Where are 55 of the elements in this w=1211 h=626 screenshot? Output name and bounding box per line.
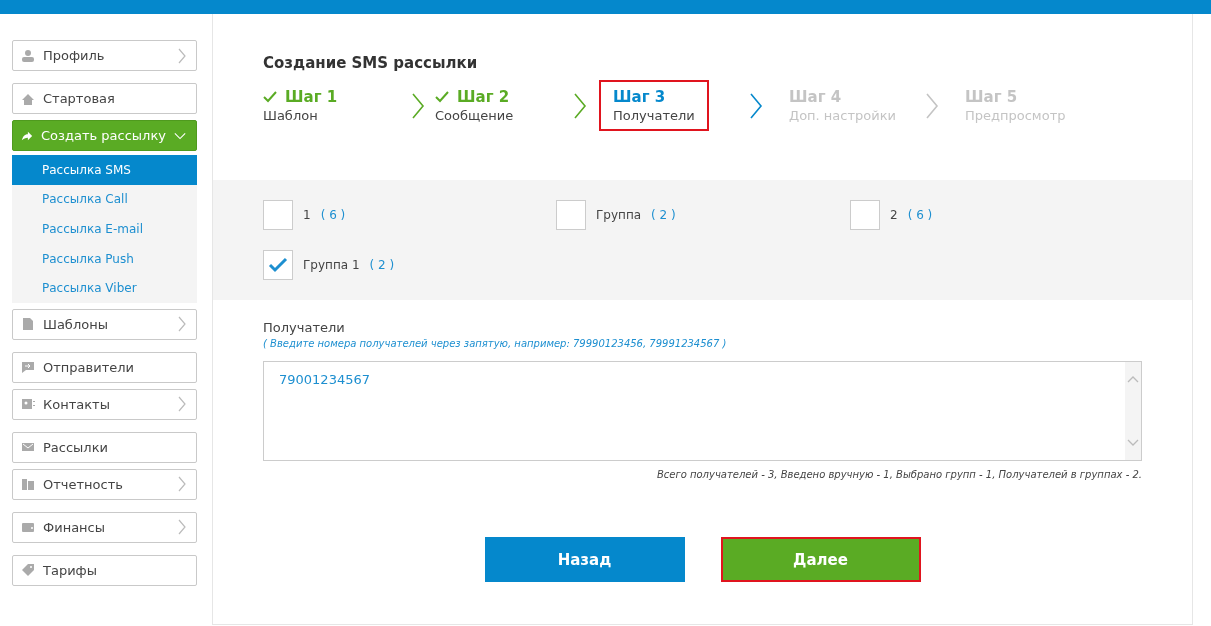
sidebar-item[interactable]: Профиль <box>12 40 197 71</box>
wallet-icon <box>21 520 35 535</box>
tag-icon <box>21 563 35 578</box>
chevron-right-icon <box>178 476 186 493</box>
sidebar-item[interactable]: Контакты <box>12 388 197 420</box>
chevron-right-icon <box>573 92 587 120</box>
step: Шаг 5 Предпросмотр <box>951 80 1080 131</box>
group-name: Группа <box>596 208 642 222</box>
submenu-item[interactable]: Рассылка SMS <box>12 155 197 185</box>
group-name: 2 <box>890 208 898 222</box>
step: Шаг 1 Шаблон <box>249 80 352 131</box>
sidebar-item[interactable]: Стартовая <box>12 83 197 114</box>
sidebar-item[interactable]: Отправители <box>12 351 197 383</box>
contact-card-icon <box>21 397 35 412</box>
sidebar-item[interactable]: Финансы <box>12 511 197 543</box>
chevron-right-icon <box>925 92 939 120</box>
check-icon <box>435 91 449 103</box>
home-icon <box>21 91 35 106</box>
group-count: ( 2 ) <box>651 208 676 222</box>
person-icon <box>21 48 35 63</box>
recipients-field[interactable]: 79001234567 <box>263 361 1142 461</box>
group-count: ( 6 ) <box>320 208 346 222</box>
check-icon <box>268 257 288 273</box>
document-icon <box>21 317 35 332</box>
group-count: ( 2 ) <box>369 258 395 272</box>
scrollbar[interactable] <box>1125 362 1141 460</box>
group-name: Группа 1 <box>303 258 360 272</box>
checkbox[interactable] <box>556 200 586 230</box>
chevron-right-icon <box>178 47 186 64</box>
sidebar-item[interactable]: Рассылки <box>12 431 197 463</box>
chevron-right-icon <box>749 92 763 120</box>
check-icon <box>263 91 277 103</box>
field-hint: ( Введите номера получателей через запятую, например: 79990123456, 79991234567 ) <box>263 338 728 349</box>
back-button[interactable]: Назад <box>484 537 685 582</box>
step: Шаг 4 Доп. настройки <box>775 80 910 131</box>
sidebar-item[interactable]: Шаблоны <box>12 308 197 340</box>
report-icon <box>21 477 35 492</box>
recipients-summary: Всего получателей - 3, Введено вручную - 1, Выбрано групп - 1, Получателей в группах - 2. <box>656 469 1142 480</box>
checkbox[interactable] <box>850 200 880 230</box>
chevron-right-icon <box>178 396 186 413</box>
checkbox[interactable] <box>263 250 293 280</box>
chevron-right-icon <box>411 92 425 120</box>
sidebar-item[interactable]: Тарифы <box>12 554 197 586</box>
step: Шаг 3 Получатели <box>599 80 709 131</box>
step: Шаг 2 Сообщение <box>421 80 528 131</box>
chevron-right-icon <box>178 316 186 333</box>
chevron-right-icon <box>178 519 186 536</box>
group-count: ( 6 ) <box>907 208 933 222</box>
sidebar-item[interactable]: Отчетность <box>12 468 197 500</box>
chevron-down-icon <box>173 131 186 140</box>
checkbox[interactable] <box>263 200 293 230</box>
chat-arrow-icon <box>21 360 35 375</box>
field-label: Получатели <box>263 320 346 335</box>
page-title: Создание SMS рассылки <box>262 53 479 72</box>
group-name: 1 <box>303 208 311 222</box>
